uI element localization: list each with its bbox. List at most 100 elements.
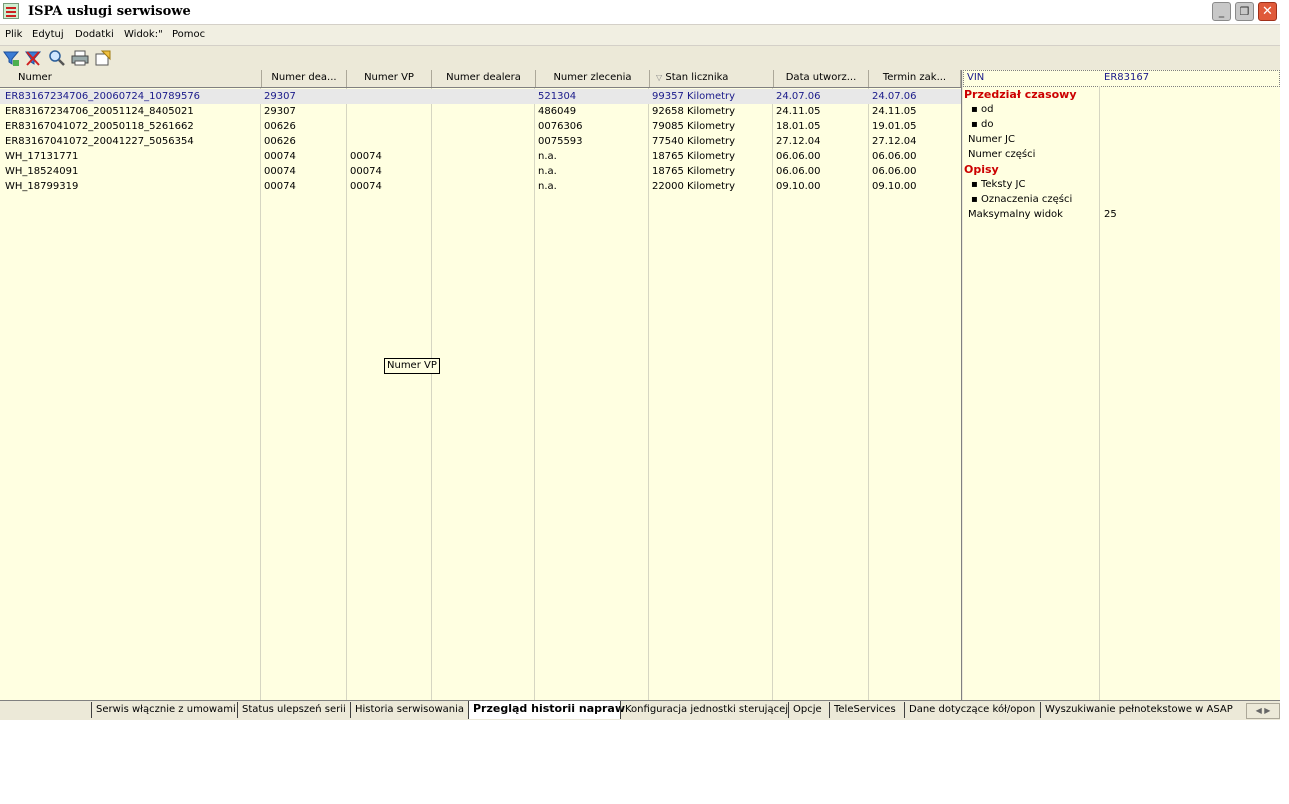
cell-data-utworzenia: 06.06.00 — [776, 166, 821, 177]
column-header-numer-dea[interactable]: Numer dea... — [262, 70, 347, 87]
table-row[interactable]: ER83167234706_20060724_10789576 29307 5213… — [0, 89, 961, 104]
table-row[interactable]: WH_18799319 00074 00074 n.a. 22000 Kilometry… — [0, 179, 961, 194]
column-tooltip: Numer VP — [384, 358, 440, 374]
menu-dodatki[interactable]: Dodatki — [75, 29, 114, 40]
cell-termin-zak: 06.06.00 — [872, 166, 917, 177]
sort-descending-icon: ▽ — [656, 73, 663, 82]
tab-6[interactable]: Opcje — [788, 702, 829, 718]
menu-pomoc[interactable]: Pomoc — [172, 29, 205, 40]
cell-numer-zlecenia: 0075593 — [538, 136, 583, 147]
table-header: Numer Numer dea... Numer VP Numer dealer… — [0, 70, 961, 88]
vin-label: VIN — [967, 72, 985, 83]
tab-1[interactable]: Serwis włącznie z umowami — [91, 702, 237, 718]
table-row[interactable]: WH_18524091 00074 00074 n.a. 18765 Kilometry… — [0, 164, 961, 179]
cell-numer-zlecenia: 486049 — [538, 106, 577, 117]
tab-8[interactable]: Dane dotyczące kół/opon — [904, 702, 1040, 718]
menu-edytuj[interactable]: Edytuj — [32, 29, 64, 40]
window-title: ISPA usługi serwisowe — [28, 4, 191, 19]
filter-icon[interactable] — [2, 49, 20, 67]
cell-numer-dea: 00626 — [264, 136, 296, 147]
export-icon[interactable] — [94, 49, 112, 67]
cell-stan-licznika: 92658 Kilometry — [652, 106, 736, 117]
cell-termin-zak: 19.01.05 — [872, 121, 917, 132]
cell-data-utworzenia: 24.11.05 — [776, 106, 821, 117]
repair-history-table: Numer Numer dea... Numer VP Numer dealer… — [0, 70, 962, 700]
tab-bar: Serwis włącznie z umowami Status ulepszeń… — [0, 700, 1280, 720]
table-row[interactable]: ER83167234706_20051124_8405021 29307 48604… — [0, 104, 961, 119]
cell-numer-zlecenia: n.a. — [538, 181, 557, 192]
toolbar — [0, 46, 1280, 70]
menu-plik[interactable]: Plik — [5, 29, 22, 40]
tab-7[interactable]: TeleServices — [829, 702, 904, 718]
filter-do[interactable]: ▪ do — [971, 117, 1280, 132]
tab-4[interactable]: Przegląd historii napraw — [468, 701, 625, 719]
tab-2[interactable]: Status ulepszeń serii — [237, 702, 350, 718]
tab-3[interactable]: Historia serwisowania — [350, 702, 468, 718]
minimize-button[interactable]: _ — [1212, 2, 1231, 21]
section-time-range[interactable]: Przedział czasowy — [964, 87, 1280, 102]
cell-stan-licznika: 79085 Kilometry — [652, 121, 736, 132]
tab-5[interactable]: Konfiguracja jednostki sterującej — [620, 702, 788, 718]
filter-numer-jc[interactable]: Numer JC — [968, 132, 1280, 147]
cell-termin-zak: 27.12.04 — [872, 136, 917, 147]
column-header-data-utworzenia[interactable]: Data utworz... — [774, 70, 869, 87]
cell-stan-licznika: 99357 Kilometry — [652, 91, 736, 102]
column-header-termin-zak[interactable]: Termin zak... — [869, 70, 961, 87]
cell-termin-zak: 06.06.00 — [872, 151, 917, 162]
cell-numer-vp: 00074 — [350, 166, 382, 177]
tab-scroll-arrows-icon[interactable]: ◀ ▶ — [1246, 703, 1280, 719]
cell-numer-dea: 00074 — [264, 151, 296, 162]
clear-filter-icon[interactable] — [24, 49, 42, 67]
menu-bar: Plik Edytuj Dodatki Widok:" Pomoc — [0, 25, 1280, 46]
title-bar: ISPA usługi serwisowe _ ❐ ✕ — [0, 0, 1280, 25]
app-icon[interactable] — [3, 3, 19, 19]
section-opisy[interactable]: Opisy — [964, 162, 1280, 177]
cell-stan-licznika: 18765 Kilometry — [652, 151, 736, 162]
cell-numer: ER83167041072_20041227_5056354 — [5, 136, 194, 147]
column-header-numer[interactable]: Numer — [0, 70, 262, 87]
cell-numer: ER83167234706_20060724_10789576 — [5, 91, 201, 102]
close-button[interactable]: ✕ — [1258, 2, 1277, 21]
cell-numer-zlecenia: 521304 — [538, 91, 577, 102]
restore-button[interactable]: ❐ — [1235, 2, 1254, 21]
filter-od[interactable]: ▪ od — [971, 102, 1280, 117]
filter-teksty-jc[interactable]: ▪ Teksty JC — [971, 177, 1280, 192]
filter-panel: VIN ER83167 Przedział czasowy ▪ od ▪ do … — [963, 70, 1280, 700]
cell-numer-vp: 00074 — [350, 181, 382, 192]
table-row[interactable]: ER83167041072_20050118_5261662 00626 00763… — [0, 119, 961, 134]
filter-numer-czesci[interactable]: Numer części — [968, 147, 1280, 162]
print-icon[interactable] — [71, 49, 89, 67]
cell-data-utworzenia: 18.01.05 — [776, 121, 821, 132]
cell-numer: ER83167041072_20050118_5261662 — [5, 121, 194, 132]
cell-stan-licznika: 18765 Kilometry — [652, 166, 736, 177]
table-row[interactable]: WH_17131771 00074 00074 n.a. 18765 Kilometry… — [0, 149, 961, 164]
cell-data-utworzenia: 06.06.00 — [776, 151, 821, 162]
cell-numer-zlecenia: n.a. — [538, 151, 557, 162]
cell-numer-zlecenia: 0076306 — [538, 121, 583, 132]
cell-numer-dea: 29307 — [264, 106, 296, 117]
filter-max-view-value[interactable]: 25 — [1104, 207, 1274, 222]
cell-termin-zak: 24.07.06 — [872, 91, 917, 102]
cell-stan-licznika: 77540 Kilometry — [652, 136, 736, 147]
column-header-numer-vp[interactable]: Numer VP — [347, 70, 432, 87]
tab-9[interactable]: Wyszukiwanie pełnotekstowe w ASAP — [1040, 702, 1240, 718]
search-icon[interactable] — [48, 49, 66, 67]
cell-numer-zlecenia: n.a. — [538, 166, 557, 177]
cell-numer-dea: 00074 — [264, 166, 296, 177]
application-window: ISPA usługi serwisowe _ ❐ ✕ Plik Edytuj … — [0, 0, 1280, 720]
vin-header[interactable]: VIN ER83167 — [963, 70, 1280, 87]
column-header-numer-zlecenia[interactable]: Numer zlecenia — [536, 70, 650, 87]
menu-widok[interactable]: Widok:" — [124, 29, 163, 40]
filter-oznaczenia-czesci[interactable]: ▪ Oznaczenia części — [971, 192, 1280, 207]
column-header-stan-licznika[interactable]: ▽ Stan licznika — [650, 70, 774, 87]
cell-data-utworzenia: 24.07.06 — [776, 91, 821, 102]
column-header-numer-dealera[interactable]: Numer dealera — [432, 70, 536, 87]
cell-numer: ER83167234706_20051124_8405021 — [5, 106, 194, 117]
cell-termin-zak: 24.11.05 — [872, 106, 917, 117]
cell-numer: WH_17131771 — [5, 151, 79, 162]
cell-stan-licznika: 22000 Kilometry — [652, 181, 736, 192]
cell-numer-vp: 00074 — [350, 151, 382, 162]
cell-numer: WH_18799319 — [5, 181, 79, 192]
cell-numer-dea: 00626 — [264, 121, 296, 132]
table-row[interactable]: ER83167041072_20041227_5056354 00626 00755… — [0, 134, 961, 149]
